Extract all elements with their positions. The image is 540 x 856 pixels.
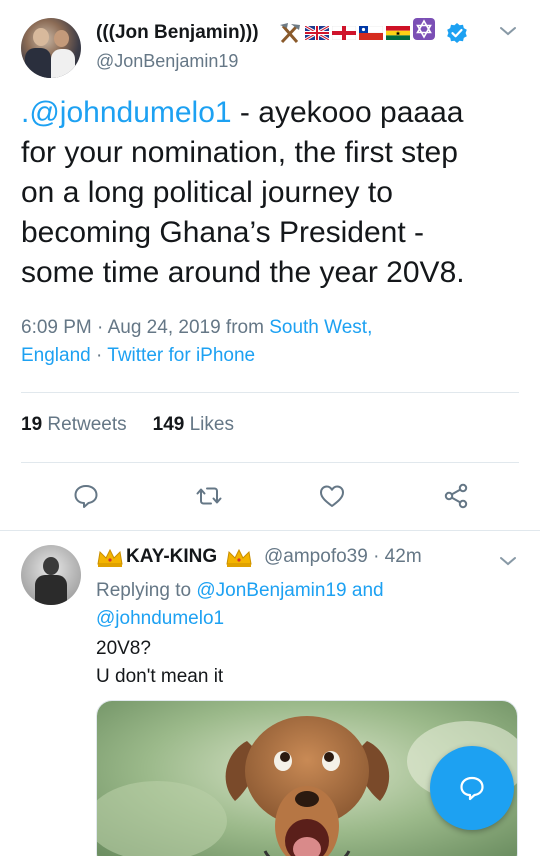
hammer-and-pick-icon (278, 23, 302, 44)
retweet-icon[interactable] (194, 481, 224, 511)
mention-link[interactable]: .@johndumelo1 (21, 96, 232, 129)
share-icon[interactable] (441, 481, 471, 511)
chile-flag-icon (358, 25, 384, 40)
england-flag-icon (331, 25, 357, 41)
crown-icon (225, 548, 253, 568)
author-name[interactable]: (((Jon Benjamin))) (96, 22, 259, 44)
tweet-timestamp: 6:09 PM · Aug 24, 2019 from (21, 317, 270, 338)
replying-to-link[interactable]: @JonBenjamin19 and (196, 580, 383, 601)
replying-prefix: Replying to (96, 580, 197, 601)
tweet-text-line: for your nomination, the first step (21, 136, 458, 169)
reply-author-name[interactable]: KAY-KING (126, 546, 217, 568)
location-link-cont[interactable]: England (21, 345, 91, 366)
author-handle[interactable]: @JonBenjamin19 (96, 51, 238, 72)
verified-badge-icon (446, 22, 468, 44)
likes-stat[interactable]: 149 Likes (153, 414, 234, 435)
retweets-count: 19 (21, 414, 43, 435)
chevron-down-icon[interactable] (498, 554, 518, 568)
ghana-flag-icon (386, 26, 410, 40)
location-link[interactable]: South West, (269, 317, 372, 338)
like-icon[interactable] (317, 481, 347, 511)
replying-to: Replying to @JonBenjamin19 and @johndume… (96, 577, 516, 633)
likes-label: Likes (189, 414, 234, 435)
compose-reply-button[interactable] (430, 746, 514, 830)
reply-avatar[interactable] (21, 545, 81, 605)
compose-reply-icon (460, 776, 484, 801)
tweet-meta-source: England · Twitter for iPhone (21, 345, 255, 367)
star-of-david-icon (413, 18, 435, 44)
retweets-stat[interactable]: 19 Retweets (21, 414, 127, 435)
divider (21, 462, 519, 463)
source-link[interactable]: Twitter for iPhone (107, 345, 255, 366)
likes-count: 149 (152, 414, 185, 435)
reply-text: 20V8? U don't mean it (96, 635, 223, 691)
replying-to-link[interactable]: @johndumelo1 (96, 608, 224, 629)
reply-author-handle[interactable]: @ampofo39 · 42m (264, 546, 422, 568)
author-avatar[interactable] (21, 18, 81, 78)
tweet-meta: 6:09 PM · Aug 24, 2019 from South West, (21, 317, 372, 339)
main-tweet: (((Jon Benjamin))) @JonBenjamin19 .@john… (0, 0, 540, 531)
tweet-text-line: some time around the year 20V8. (21, 256, 465, 289)
divider (21, 392, 519, 393)
uk-flag-icon (304, 24, 330, 42)
tweet-text: .@johndumelo1 - ayekooo paaaa for your n… (21, 93, 526, 293)
tweet-stats: 19 Retweets 149 Likes (21, 414, 234, 436)
tweet-text-line: on a long political journey to (21, 176, 393, 209)
reply-text-line: U don't mean it (96, 666, 224, 687)
name-emojis (278, 18, 435, 44)
reply-icon[interactable] (71, 481, 101, 511)
meta-separator: · (90, 345, 108, 366)
crown-icon (96, 548, 124, 568)
tweet-text-line: .@johndumelo1 - ayekooo paaaa (21, 93, 526, 133)
tweet-text-segment: - ayekooo paaaa (231, 96, 464, 129)
reply-text-line: 20V8? (96, 638, 151, 659)
chevron-down-icon[interactable] (498, 24, 518, 38)
retweets-label: Retweets (47, 414, 127, 435)
tweet-text-line: becoming Ghana’s President - (21, 216, 425, 249)
